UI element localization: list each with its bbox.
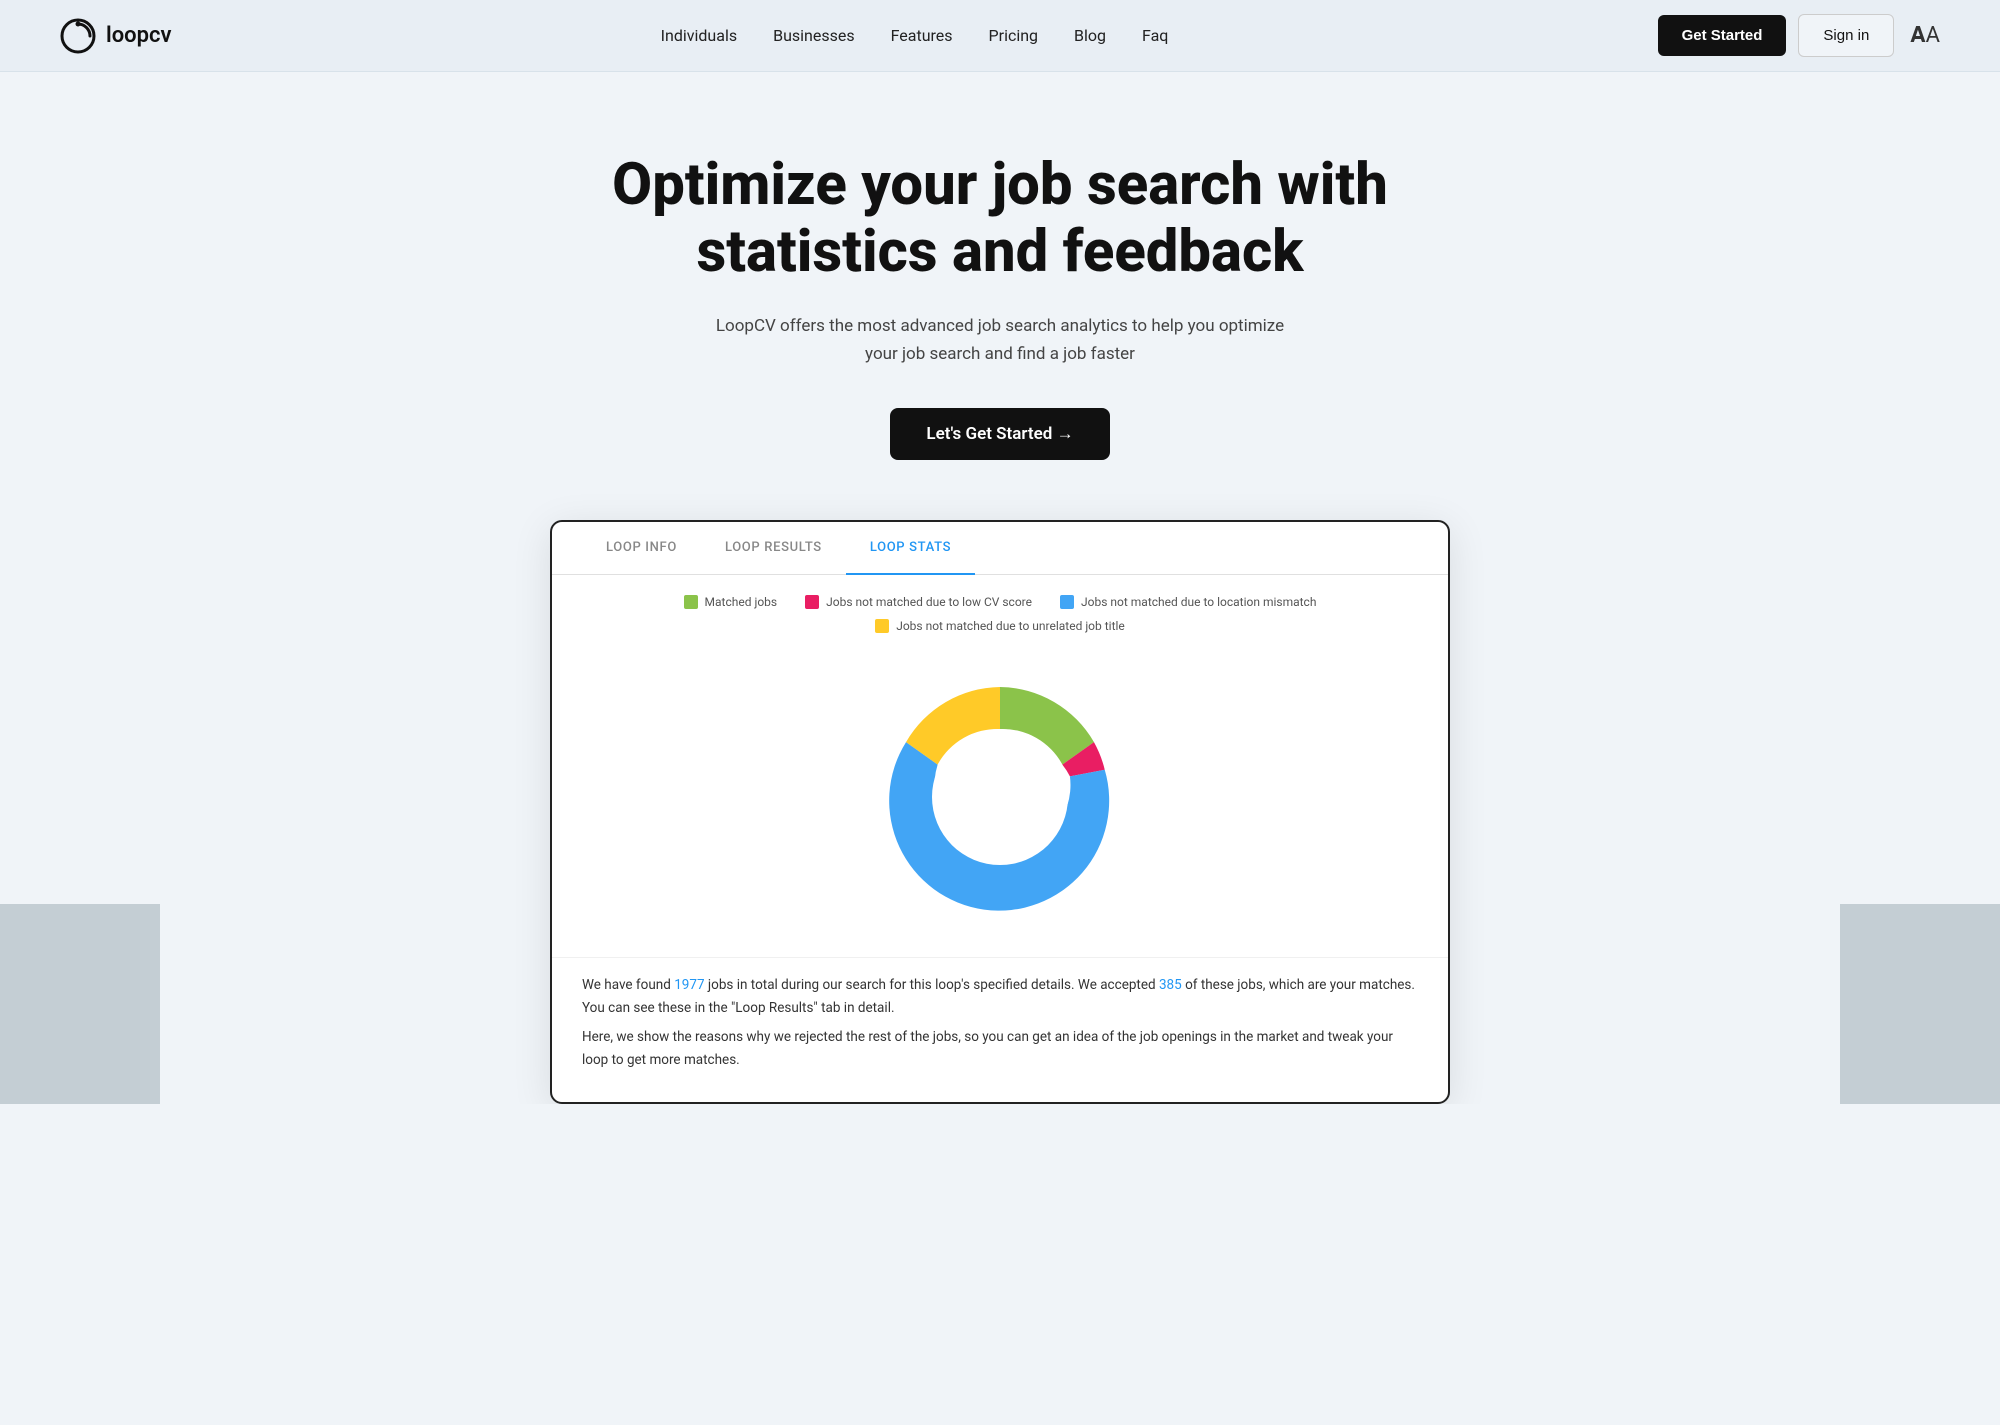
jobs-accepted-link[interactable]: 385	[1159, 977, 1182, 993]
donut-chart	[860, 657, 1140, 937]
legend-unrelated: Jobs not matched due to unrelated job ti…	[875, 619, 1125, 633]
legend-dot-location	[1060, 595, 1074, 609]
hero-title: Optimize your job search with statistics…	[610, 152, 1390, 285]
language-icon[interactable]: 𝐀A	[1910, 23, 1940, 48]
side-accent-left	[0, 904, 160, 1104]
legend-label-unrelated: Jobs not matched due to unrelated job ti…	[896, 619, 1125, 633]
nav-features[interactable]: Features	[891, 26, 953, 45]
nav-individuals[interactable]: Individuals	[661, 26, 737, 45]
navbar: loopcv Individuals Businesses Features P…	[0, 0, 2000, 72]
legend-low-cv: Jobs not matched due to low CV score	[805, 595, 1032, 609]
dashboard-card: LOOP INFO LOOP RESULTS LOOP STATS Matche…	[550, 520, 1450, 1104]
page-content: Optimize your job search with statistics…	[0, 72, 2000, 1104]
nav-businesses[interactable]: Businesses	[773, 26, 855, 45]
chart-desc-line2: Here, we show the reasons why we rejecte…	[582, 1026, 1418, 1072]
hero-subtitle: LoopCV offers the most advanced job sear…	[710, 313, 1290, 367]
jobs-total-link[interactable]: 1977	[674, 977, 704, 993]
logo[interactable]: loopcv	[60, 18, 171, 54]
desc-text-1: We have found	[582, 977, 674, 993]
legend-label-location: Jobs not matched due to location mismatc…	[1081, 595, 1316, 609]
donut-hole	[932, 729, 1068, 865]
hero-section: Optimize your job search with statistics…	[0, 72, 2000, 520]
hero-cta-button[interactable]: Let's Get Started →	[890, 408, 1109, 460]
logo-icon	[60, 18, 96, 54]
side-accent-right	[1840, 904, 2000, 1104]
nav-actions: Get Started Sign in 𝐀A	[1658, 14, 1940, 57]
logo-text: loopcv	[106, 23, 171, 48]
desc-text-2: jobs in total during our search for this…	[705, 977, 1159, 993]
nav-links: Individuals Businesses Features Pricing …	[661, 26, 1169, 45]
nav-blog[interactable]: Blog	[1074, 26, 1106, 45]
legend-location: Jobs not matched due to location mismatc…	[1060, 595, 1316, 609]
dashboard-wrapper: LOOP INFO LOOP RESULTS LOOP STATS Matche…	[0, 520, 2000, 1104]
legend-label-low-cv: Jobs not matched due to low CV score	[826, 595, 1032, 609]
nav-faq[interactable]: Faq	[1142, 26, 1168, 45]
legend-dot-unrelated	[875, 619, 889, 633]
chart-legend: Matched jobs Jobs not matched due to low…	[552, 575, 1448, 633]
chart-desc-line1: We have found 1977 jobs in total during …	[582, 974, 1418, 1020]
get-started-button[interactable]: Get Started	[1658, 15, 1787, 56]
chart-description: We have found 1977 jobs in total during …	[552, 957, 1448, 1102]
legend-dot-matched	[684, 595, 698, 609]
chart-area	[552, 633, 1448, 957]
tab-loop-stats[interactable]: LOOP STATS	[846, 522, 975, 575]
tab-loop-results[interactable]: LOOP RESULTS	[701, 522, 846, 575]
legend-dot-low-cv	[805, 595, 819, 609]
legend-label-matched: Matched jobs	[705, 595, 778, 609]
legend-matched: Matched jobs	[684, 595, 778, 609]
nav-pricing[interactable]: Pricing	[989, 26, 1039, 45]
sign-in-button[interactable]: Sign in	[1798, 14, 1894, 57]
tab-loop-info[interactable]: LOOP INFO	[582, 522, 701, 575]
tab-bar: LOOP INFO LOOP RESULTS LOOP STATS	[552, 522, 1448, 575]
